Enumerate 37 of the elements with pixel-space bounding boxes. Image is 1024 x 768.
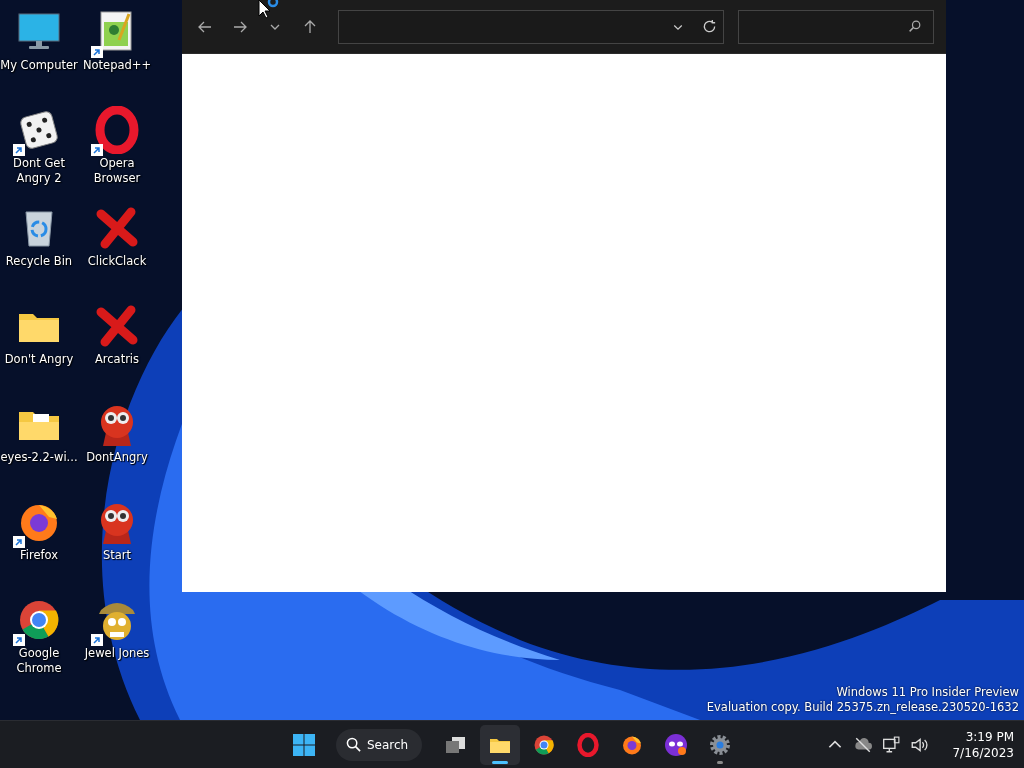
icon-label[interactable]: Dont Get Angry 2: [0, 156, 78, 186]
opera-logo-icon: [576, 732, 601, 757]
shortcut-arrow-icon: [13, 144, 25, 156]
icon-label[interactable]: Firefox: [19, 548, 59, 563]
icon-label[interactable]: Opera Browser: [78, 156, 156, 186]
icon-label[interactable]: Arcatris: [94, 352, 140, 367]
search-icon: [907, 20, 921, 33]
mask-app-icon: [664, 732, 689, 757]
shortcut-arrow-icon: [91, 144, 103, 156]
opera-logo-icon[interactable]: [93, 106, 141, 154]
gear-icon: [708, 732, 733, 757]
build-info-text: Windows 11 Pro Insider Preview: [836, 685, 1019, 700]
icon-label[interactable]: ClickClack: [87, 254, 147, 269]
taskbar-app-button[interactable]: [480, 724, 521, 765]
icon-label[interactable]: Don't Angry: [4, 352, 74, 367]
icon-label[interactable]: Notepad++: [82, 58, 152, 73]
volume-icon[interactable]: [910, 735, 929, 754]
search-field[interactable]: [737, 9, 934, 44]
icon-label[interactable]: My Computer: [0, 58, 78, 73]
clock-button[interactable]: 3:19 PM 7/16/2023: [948, 728, 1018, 761]
refresh-icon[interactable]: [701, 19, 717, 34]
icon-label[interactable]: Google Chrome: [0, 646, 78, 676]
cloud-off-icon[interactable]: [854, 735, 873, 754]
windows-logo-icon: [292, 732, 316, 757]
icon-label[interactable]: eyes-2.2-wi...: [0, 450, 78, 465]
search-icon: [346, 737, 361, 752]
search-button[interactable]: Search: [336, 728, 423, 761]
icon-label[interactable]: Recycle Bin: [5, 254, 73, 269]
shortcut-arrow-icon: [13, 634, 25, 646]
network-icon[interactable]: [882, 735, 901, 754]
build-info-text: Evaluation copy. Build 25375.zn_release.230520-1632: [706, 700, 1019, 715]
shortcut-arrow-icon: [91, 634, 103, 646]
icon-label[interactable]: Start: [102, 548, 132, 563]
icon-label[interactable]: Jewel Jones: [84, 646, 150, 661]
shortcut-arrow-icon: [13, 536, 25, 548]
shortcut-arrow-icon: [91, 46, 103, 58]
address-field[interactable]: [338, 9, 724, 44]
